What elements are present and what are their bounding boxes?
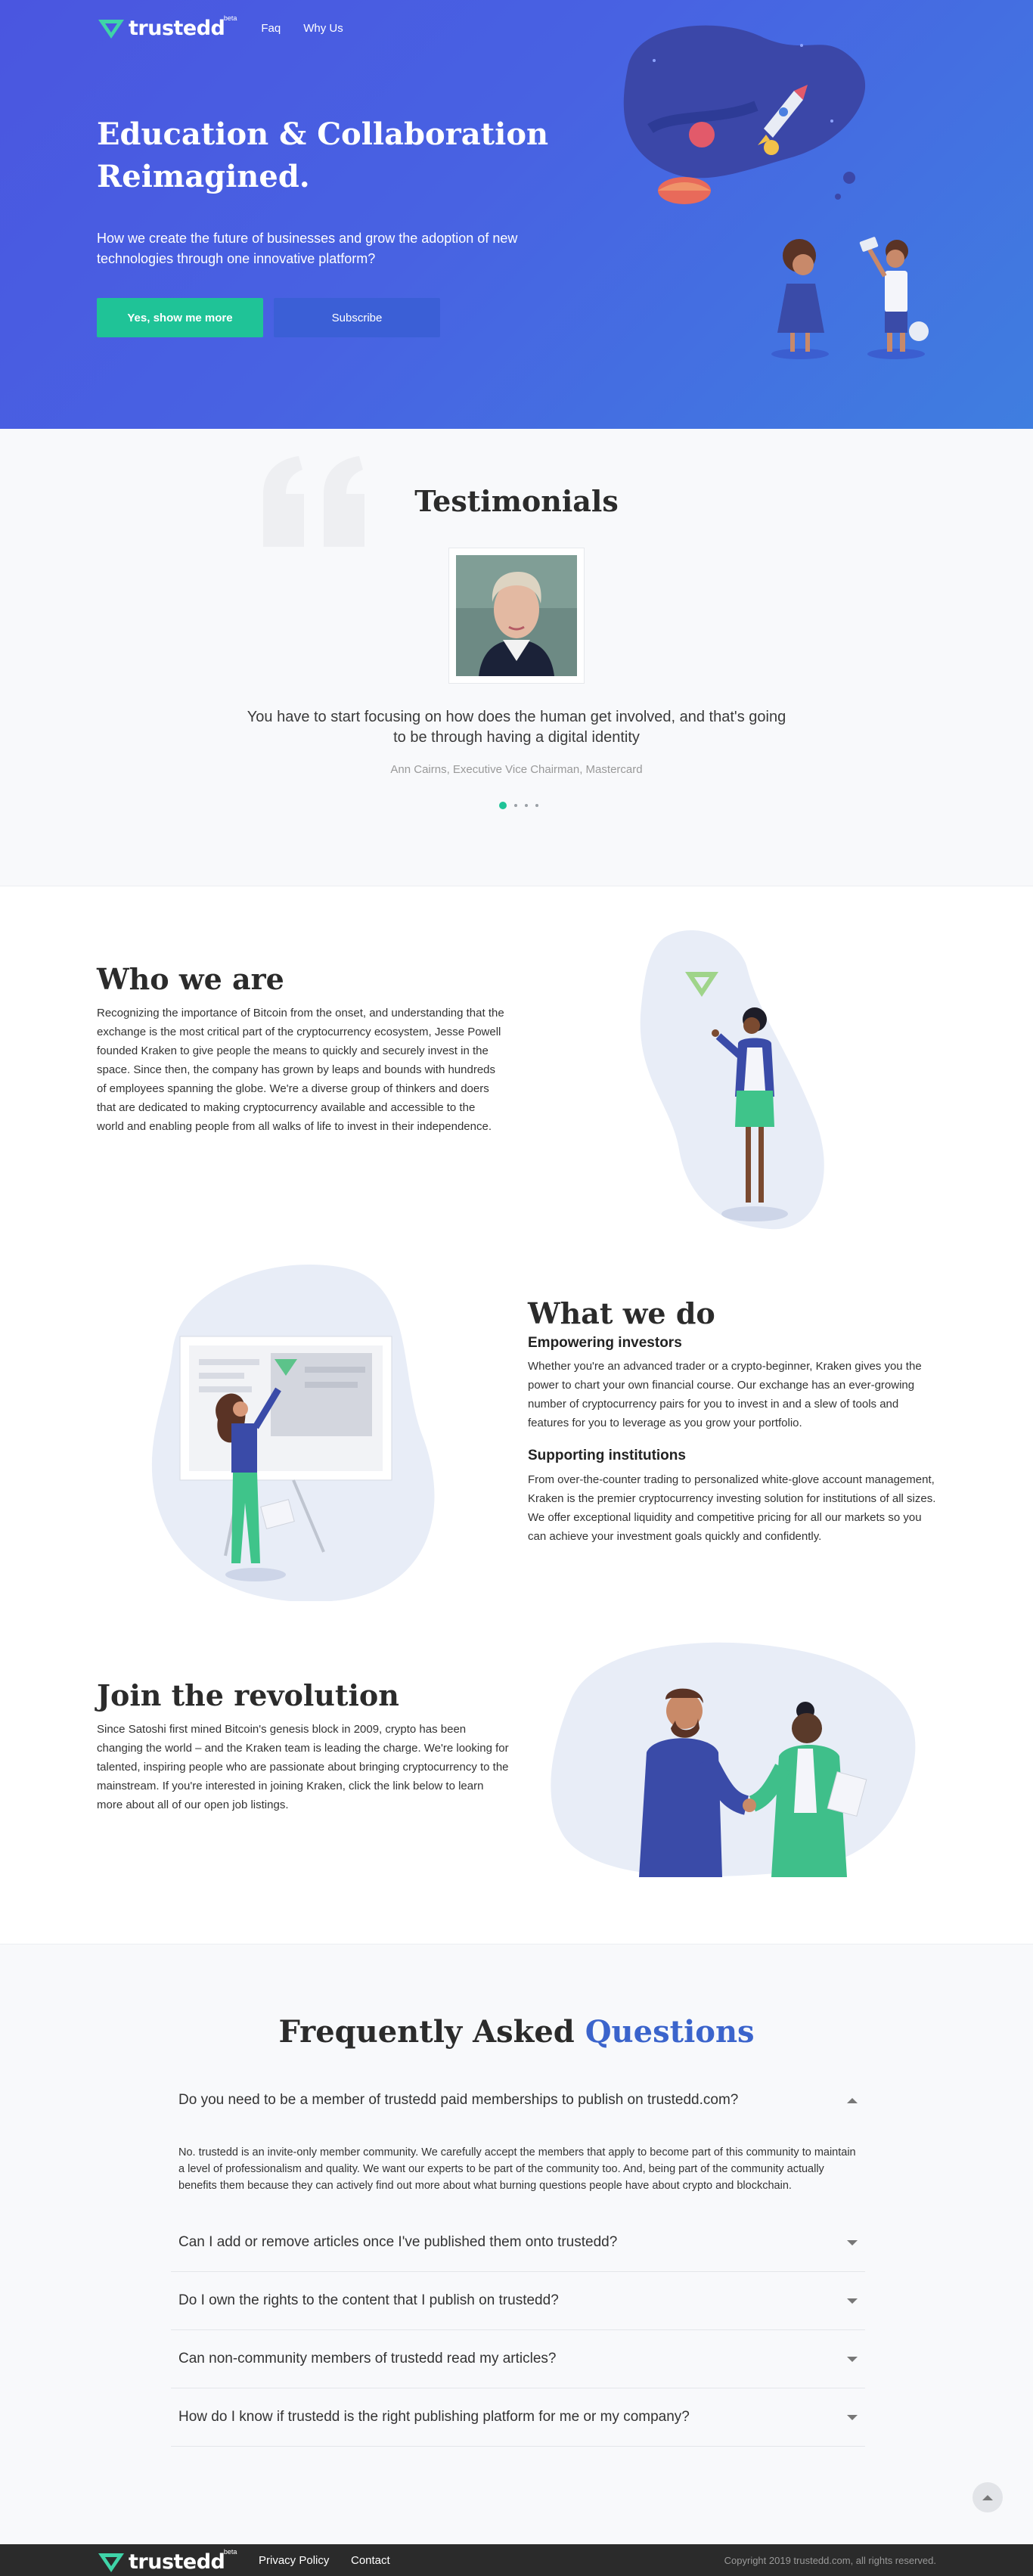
faq-item: Do I own the rights to the content that … bbox=[171, 2272, 865, 2330]
what-subtitle-institutions: Supporting institutions bbox=[528, 1448, 686, 1463]
caret-up-icon bbox=[847, 2097, 858, 2103]
brand-badge: beta bbox=[223, 14, 237, 22]
who-text: Recognizing the importance of Bitcoin fr… bbox=[97, 1007, 504, 1133]
hero-section: trustedd beta Faq Why Us Education & Col… bbox=[0, 0, 1033, 429]
carousel-dot[interactable] bbox=[535, 804, 538, 807]
caret-down-icon bbox=[847, 2356, 858, 2362]
features-section: Who we are Recognizing the importance of… bbox=[0, 886, 1033, 1944]
join-title: Join the revolution bbox=[97, 1678, 399, 1712]
carousel-dots bbox=[495, 802, 542, 809]
faq-title-main: Frequently Asked bbox=[278, 2014, 575, 2050]
faq-title-accent: Questions bbox=[585, 2014, 755, 2050]
privacy-policy-link[interactable]: Privacy Policy bbox=[259, 2554, 329, 2567]
testimonials-title: Testimonials bbox=[414, 484, 619, 518]
faq-section: Frequently Asked Questions Do you need t… bbox=[0, 1944, 1033, 2544]
testimonials-section: Testimonials You have to start focusing … bbox=[0, 429, 1033, 886]
faq-question-text: How do I know if trustedd is the right p… bbox=[178, 2409, 690, 2425]
what-title: What we do bbox=[528, 1296, 715, 1330]
carousel-dot[interactable] bbox=[525, 804, 528, 807]
caret-down-icon bbox=[847, 2298, 858, 2304]
faq-question[interactable]: Can I add or remove articles once I've p… bbox=[171, 2214, 865, 2271]
faq-question-text: Do I own the rights to the content that … bbox=[178, 2292, 559, 2308]
caret-down-icon bbox=[847, 2414, 858, 2420]
faq-question-text: Do you need to be a member of trustedd p… bbox=[178, 2092, 739, 2108]
caret-down-icon bbox=[847, 2239, 858, 2245]
faq-question[interactable]: How do I know if trustedd is the right p… bbox=[171, 2388, 865, 2446]
nav-why-us[interactable]: Why Us bbox=[303, 22, 343, 35]
faq-list: Do you need to be a member of trustedd p… bbox=[171, 2072, 865, 2447]
testimonial-photo bbox=[448, 548, 585, 684]
avatar bbox=[456, 555, 577, 676]
what-illustration bbox=[151, 1264, 435, 1601]
faq-question[interactable]: Can non-community members of trustedd re… bbox=[171, 2330, 865, 2388]
testimonial-author: Ann Cairns, Executive Vice Chairman, Mas… bbox=[390, 763, 643, 776]
top-nav: trustedd beta Faq Why Us bbox=[97, 14, 343, 40]
faq-item: How do I know if trustedd is the right p… bbox=[171, 2388, 865, 2447]
faq-answer: No. trustedd is an invite-only member co… bbox=[178, 2146, 856, 2192]
faq-question-text: Can non-community members of trustedd re… bbox=[178, 2351, 557, 2367]
brand-logo[interactable]: trustedd beta bbox=[97, 14, 237, 40]
what-text-investors: Whether you're an advanced trader or a c… bbox=[528, 1360, 922, 1429]
subscribe-button[interactable]: Subscribe bbox=[274, 298, 440, 337]
who-illustration bbox=[640, 930, 824, 1230]
faq-item: Can non-community members of trustedd re… bbox=[171, 2330, 865, 2388]
hero-title: Education & Collaboration Reimagined. bbox=[97, 116, 549, 194]
footer: trustedd beta Privacy Policy Contact Cop… bbox=[0, 2544, 1033, 2576]
faq-question[interactable]: Do you need to be a member of trustedd p… bbox=[171, 2072, 865, 2129]
copyright: Copyright 2019 trustedd.com, all rights … bbox=[724, 2555, 936, 2566]
brand-badge: beta bbox=[223, 2548, 237, 2556]
hero-subtitle: How we create the future of businesses a… bbox=[97, 231, 518, 266]
faq-question-text: Can I add or remove articles once I've p… bbox=[178, 2234, 618, 2250]
what-subtitle-investors: Empowering investors bbox=[528, 1335, 682, 1351]
hero-illustration bbox=[623, 25, 929, 359]
carousel-dot[interactable] bbox=[514, 804, 517, 807]
faq-item: Do you need to be a member of trustedd p… bbox=[171, 2072, 865, 2214]
logo-mark-icon bbox=[98, 19, 124, 39]
brand-name: trustedd bbox=[129, 17, 225, 40]
arrow-up-icon bbox=[982, 2494, 993, 2500]
show-more-button[interactable]: Yes, show me more bbox=[97, 298, 263, 337]
faq-item: Can I add or remove articles once I've p… bbox=[171, 2214, 865, 2272]
logo-mark-icon bbox=[98, 2553, 124, 2572]
faq-title: Frequently Asked Questions bbox=[0, 2014, 1033, 2050]
contact-link[interactable]: Contact bbox=[351, 2554, 390, 2567]
what-text-institutions: From over-the-counter trading to persona… bbox=[528, 1473, 936, 1543]
join-text: Since Satoshi first mined Bitcoin's gene… bbox=[97, 1723, 509, 1811]
footer-logo[interactable]: trustedd beta bbox=[97, 2548, 237, 2574]
brand-name: trustedd bbox=[129, 2550, 225, 2574]
faq-question[interactable]: Do I own the rights to the content that … bbox=[171, 2272, 865, 2329]
who-title: Who we are bbox=[97, 962, 284, 996]
carousel-dot[interactable] bbox=[499, 802, 507, 809]
scroll-top-button[interactable] bbox=[973, 2482, 1003, 2512]
testimonial-quote: You have to start focusing on how does t… bbox=[247, 709, 786, 746]
nav-faq[interactable]: Faq bbox=[261, 22, 281, 35]
join-illustration bbox=[551, 1642, 916, 1877]
